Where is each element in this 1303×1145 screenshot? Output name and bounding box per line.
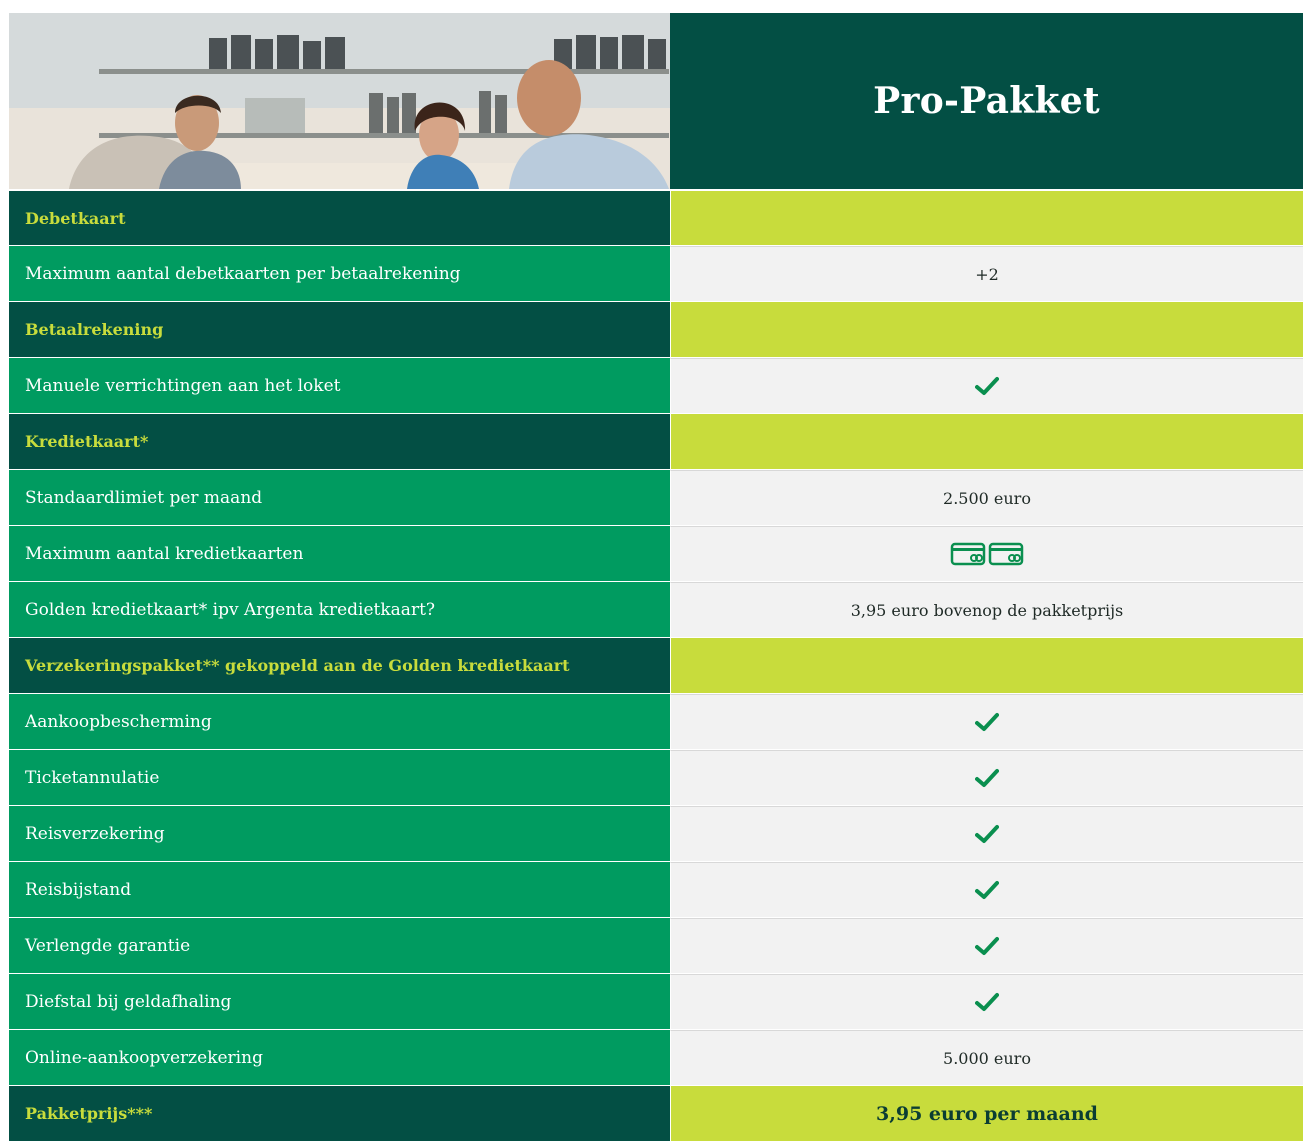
row-value [670,974,1303,1029]
check-icon [975,992,999,1012]
row-label: Golden kredietkaart* ipv Argenta krediet… [9,582,670,637]
section-value [670,191,1303,245]
section-row-verzekeringspakket: Verzekeringspakket** gekoppeld aan de Go… [9,637,1303,693]
row-value: +2 [670,246,1303,301]
office-meeting-photo [9,13,670,189]
credit-cards-icon [950,542,1024,566]
row-label: Verlengde garantie [9,918,670,973]
table-row: Online-aankoopverzekering 5.000 euro [9,1029,1303,1085]
check-icon [975,768,999,788]
section-label: Betaalrekening [9,302,670,357]
check-icon [975,936,999,956]
table-row: Golden kredietkaart* ipv Argenta krediet… [9,581,1303,637]
row-value [670,862,1303,917]
row-value [670,918,1303,973]
table-row: Verlengde garantie [9,917,1303,973]
check-icon [975,880,999,900]
plan-title: Pro-Pakket [873,80,1100,122]
section-value [670,638,1303,693]
table-row: Reisverzekering [9,805,1303,861]
row-value [670,358,1303,413]
row-label: Standaardlimiet per maand [9,470,670,525]
row-value [670,694,1303,749]
row-label: Maximum aantal kredietkaarten [9,526,670,581]
row-value [670,750,1303,805]
table-row: Standaardlimiet per maand 2.500 euro [9,469,1303,525]
row-label: Reisbijstand [9,862,670,917]
price-row: Pakketprijs*** 3,95 euro per maand [9,1085,1303,1141]
plan-header: Pro-Pakket [670,13,1303,189]
section-row-betaalrekening: Betaalrekening [9,301,1303,357]
row-label: Maximum aantal debetkaarten per betaalre… [9,246,670,301]
row-label: Ticketannulatie [9,750,670,805]
table-row: Diefstal bij geldafhaling [9,973,1303,1029]
row-label: Online-aankoopverzekering [9,1030,670,1085]
check-icon [975,376,999,396]
row-value: 2.500 euro [670,470,1303,525]
table-row: Aankoopbescherming [9,693,1303,749]
price-label: Pakketprijs*** [9,1086,670,1141]
table-row: Manuele verrichtingen aan het loket [9,357,1303,413]
row-label: Manuele verrichtingen aan het loket [9,358,670,413]
check-icon [975,824,999,844]
row-label: Diefstal bij geldafhaling [9,974,670,1029]
section-label: Debetkaart [9,191,670,245]
row-value [670,806,1303,861]
check-icon [975,712,999,732]
row-label: Aankoopbescherming [9,694,670,749]
row-value [670,526,1303,581]
table-row: Ticketannulatie [9,749,1303,805]
row-value: 5.000 euro [670,1030,1303,1085]
section-row-debetkaart: Debetkaart [9,189,1303,245]
table-row: Reisbijstand [9,861,1303,917]
section-label: Verzekeringspakket** gekoppeld aan de Go… [9,638,670,693]
row-value: 3,95 euro bovenop de pakketprijs [670,582,1303,637]
section-value [670,302,1303,357]
section-label: Kredietkaart* [9,414,670,469]
section-row-kredietkaart: Kredietkaart* [9,413,1303,469]
price-value: 3,95 euro per maand [670,1086,1303,1141]
office-meeting-illustration [9,13,670,189]
table-header: Pro-Pakket [9,13,1303,189]
table-row: Maximum aantal debetkaarten per betaalre… [9,245,1303,301]
comparison-table: Pro-Pakket Debetkaart Maximum aantal deb… [9,13,1303,1141]
table-row: Maximum aantal kredietkaarten [9,525,1303,581]
section-value [670,414,1303,469]
row-label: Reisverzekering [9,806,670,861]
